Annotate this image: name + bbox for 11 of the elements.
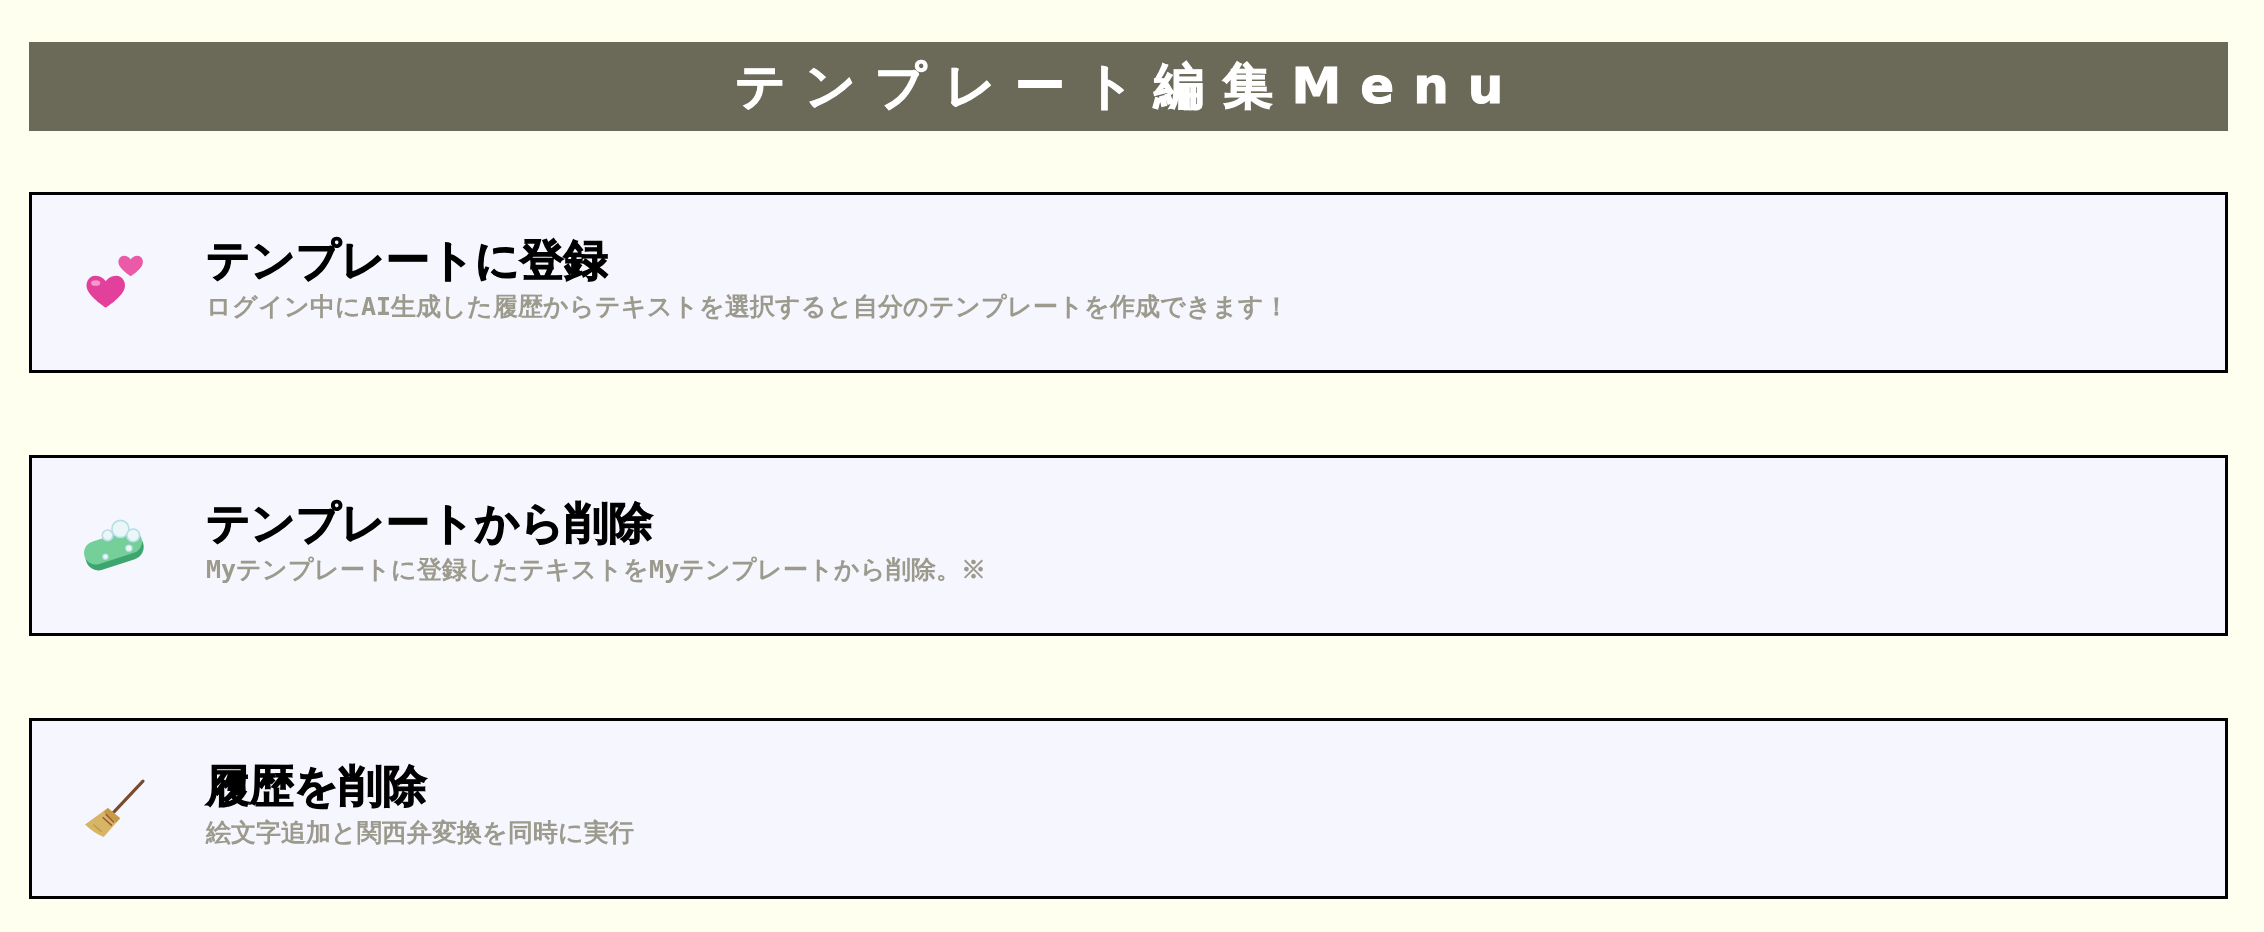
menu-title: 履歴を削除: [206, 759, 428, 813]
menu-description: 絵文字追加と関西弁変換を同時に実行: [206, 816, 634, 849]
page-title: テンプレート編集Menu: [734, 59, 1523, 114]
menu-card[interactable]: テンプレートから削除 Myテンプレートに登録したテキストをMyテンプレートから削除。※: [29, 455, 2228, 636]
menu-card[interactable]: 履歴を削除 絵文字追加と関西弁変換を同時に実行: [29, 718, 2228, 899]
menu-description: ログイン中にAI生成した履歴からテキストを選択すると自分のテンプレートを作成できます！: [206, 290, 1290, 323]
menu-title: テンプレートから削除: [206, 496, 654, 550]
menu-title: テンプレートに登録: [206, 233, 609, 287]
menu-card[interactable]: テンプレートに登録 ログイン中にAI生成した履歴からテキストを選択すると自分のテンプレートを作成できます！: [29, 192, 2228, 373]
menu-description: Myテンプレートに登録したテキストをMyテンプレートから削除。※: [206, 553, 987, 586]
broom-icon: [82, 778, 146, 839]
